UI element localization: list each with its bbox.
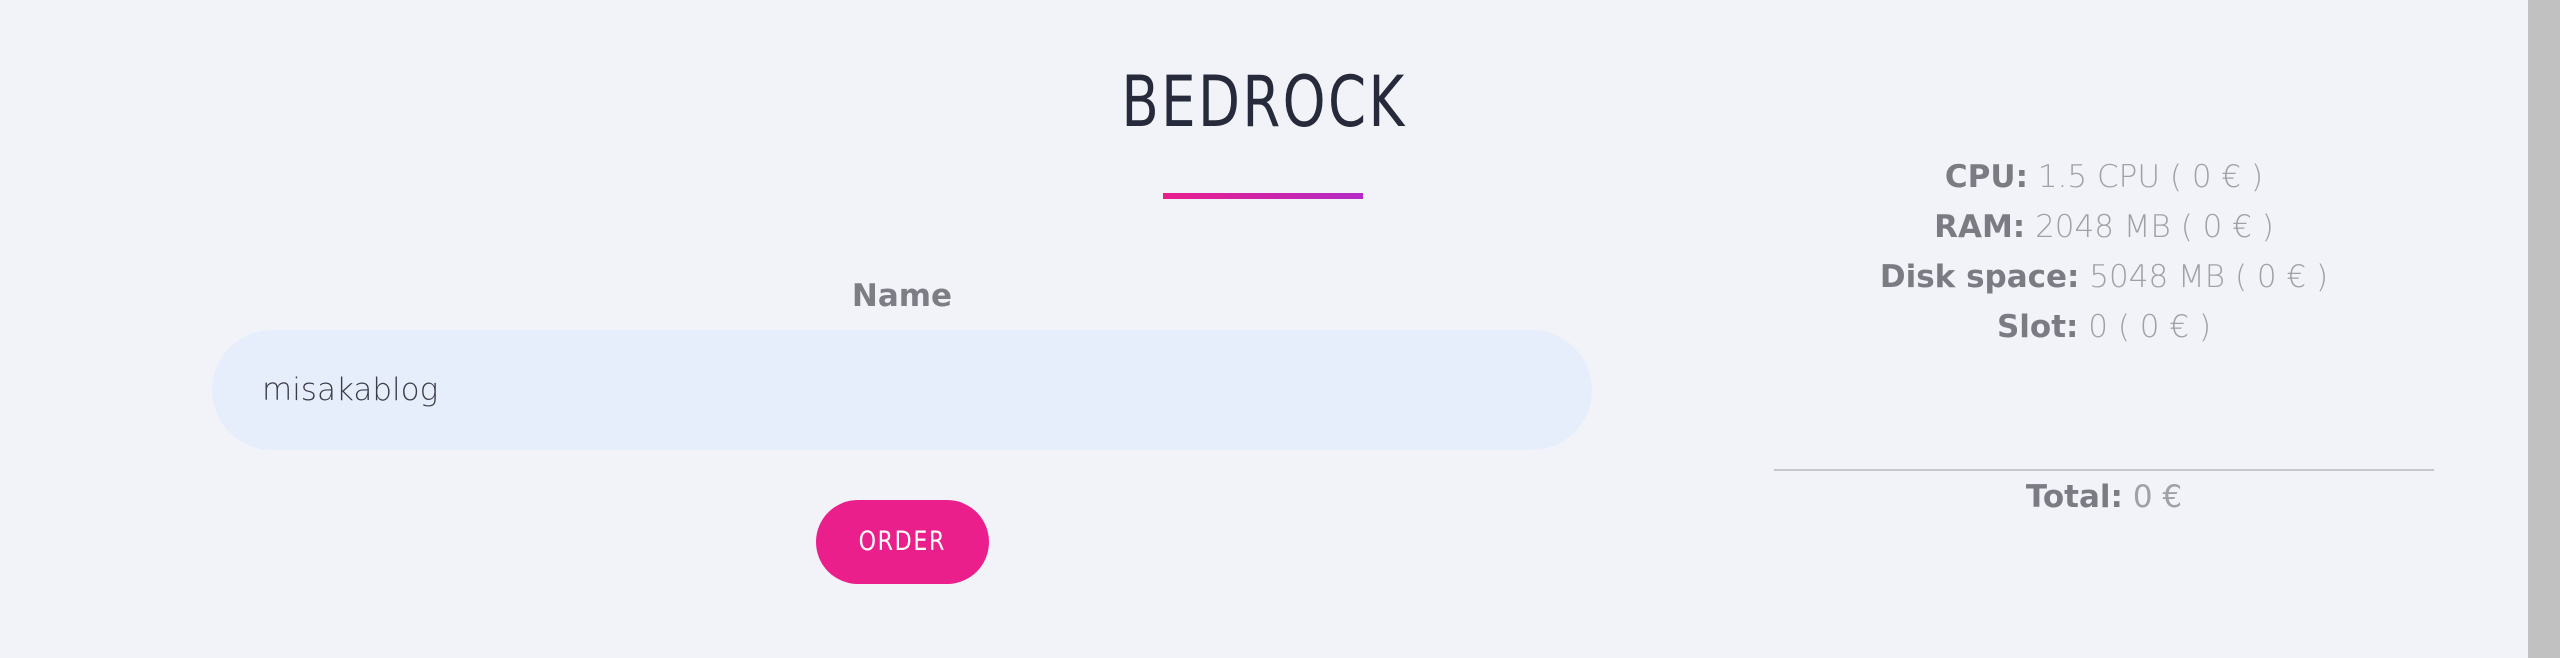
order-page: BEDROCK Name ORDER CPU: 1.5 CPU ( 0 € ) … — [0, 0, 2528, 658]
vertical-scrollbar[interactable] — [2528, 0, 2560, 658]
spec-disk-value: 5048 MB ( 0 € ) — [2089, 259, 2329, 295]
total-row: Total: 0 € — [1774, 472, 2434, 522]
spec-slot-value: 0 ( 0 € ) — [2088, 309, 2212, 345]
spec-ram-label: RAM: — [1934, 209, 2026, 245]
spec-ram: RAM: 2048 MB ( 0 € ) — [1774, 202, 2434, 252]
spec-ram-value: 2048 MB ( 0 € ) — [2035, 209, 2274, 245]
order-button[interactable]: ORDER — [816, 500, 989, 584]
total-divider — [1774, 469, 2434, 471]
title-underline — [1163, 193, 1363, 199]
spec-disk: Disk space: 5048 MB ( 0 € ) — [1774, 252, 2434, 302]
total-value: 0 € — [2132, 479, 2183, 515]
name-field-label: Name — [851, 278, 953, 314]
spec-disk-label: Disk space: — [1879, 259, 2080, 295]
spec-slot: Slot: 0 ( 0 € ) — [1774, 302, 2434, 352]
spec-cpu: CPU: 1.5 CPU ( 0 € ) — [1774, 152, 2434, 202]
specs-panel: CPU: 1.5 CPU ( 0 € ) RAM: 2048 MB ( 0 € … — [1774, 152, 2434, 352]
total-label: Total: — [2025, 479, 2123, 515]
order-button-label: ORDER — [858, 526, 947, 557]
spec-cpu-label: CPU: — [1944, 159, 2028, 195]
page-title: BEDROCK — [1121, 61, 1407, 143]
spec-slot-label: Slot: — [1996, 309, 2079, 345]
spec-cpu-value: 1.5 CPU ( 0 € ) — [2037, 159, 2264, 195]
name-input[interactable] — [212, 330, 1592, 450]
